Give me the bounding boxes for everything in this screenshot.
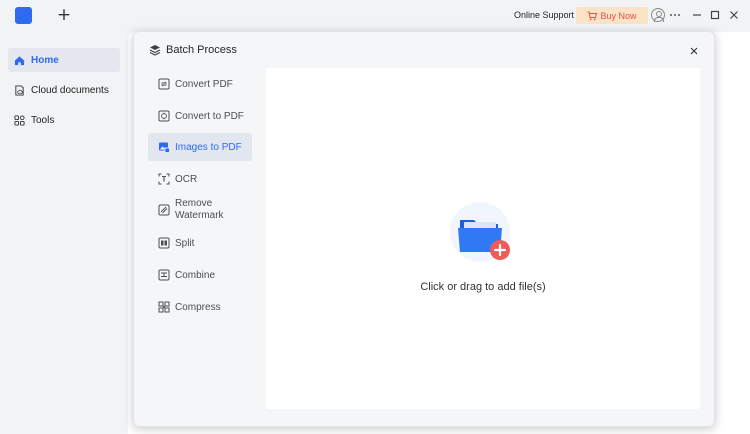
title-bar: + Online Support Buy Now [0,0,750,32]
maximize-icon[interactable] [708,8,722,22]
compress-icon [158,301,170,313]
file-drop-area[interactable]: Click or drag to add file(s) [266,68,700,409]
sidebar-item-tools[interactable]: Tools [8,108,120,132]
cloud-document-icon [15,84,24,96]
combine-icon [158,269,170,281]
tool-label: Convert PDF [175,78,233,90]
tool-ocr[interactable]: OCR [148,165,252,193]
tool-compress[interactable]: Compress [148,293,252,321]
new-tab-button[interactable]: + [56,6,72,24]
tool-label: Convert to PDF [175,110,244,122]
tool-label: Compress [175,301,221,313]
sidebar-item-home[interactable]: Home [8,48,120,72]
close-icon[interactable] [727,8,741,22]
split-icon [158,237,170,249]
batch-process-dialog: Batch Process Convert PDF Convert to PDF [133,31,715,427]
tool-label: Remove Watermark [175,198,224,222]
close-icon [690,47,698,55]
remove-watermark-icon [158,204,170,216]
sidebar-item-label: Tools [31,114,55,126]
tool-label: OCR [175,173,198,185]
home-icon [14,55,25,65]
online-support-link[interactable]: Online Support [514,10,574,20]
sidebar: Home Cloud documents Tools [0,32,128,434]
dialog-header: Batch Process [134,32,714,68]
tool-combine[interactable]: Combine [148,261,252,289]
layers-icon [149,45,161,56]
convert-pdf-icon [158,78,170,90]
cart-icon [587,11,598,20]
buy-now-button[interactable]: Buy Now [576,7,648,24]
tools-grid-icon [14,114,25,126]
tool-label: Combine [175,269,216,281]
minimize-icon[interactable] [690,8,704,22]
tool-label-line-1: Remove [175,198,213,209]
convert-to-pdf-icon [158,110,170,122]
tool-label-line-2: Watermark [175,210,224,221]
tool-remove-watermark[interactable]: Remove Watermark [148,194,252,226]
tool-convert-to-pdf[interactable]: Convert to PDF [148,102,252,130]
buy-now-label: Buy Now [600,10,637,21]
app-logo[interactable] [15,7,32,24]
sidebar-item-label: Home [31,54,59,66]
sidebar-item-label: Cloud documents [31,84,109,96]
dialog-close-button[interactable] [688,44,700,56]
ocr-icon [158,173,170,185]
user-avatar-icon[interactable] [651,8,665,22]
more-icon[interactable] [668,8,682,22]
add-folder-icon[interactable] [446,198,518,270]
drop-instructions: Click or drag to add file(s) [420,281,546,293]
sidebar-item-cloud-documents[interactable]: Cloud documents [8,78,120,102]
images-to-pdf-icon [159,142,170,153]
tool-convert-pdf[interactable]: Convert PDF [148,70,252,98]
tool-images-to-pdf[interactable]: Images to PDF [148,133,252,161]
tool-label: Split [175,237,195,249]
dialog-title: Batch Process [166,44,237,56]
tool-label: Images to PDF [175,141,242,153]
tool-split[interactable]: Split [148,229,252,257]
